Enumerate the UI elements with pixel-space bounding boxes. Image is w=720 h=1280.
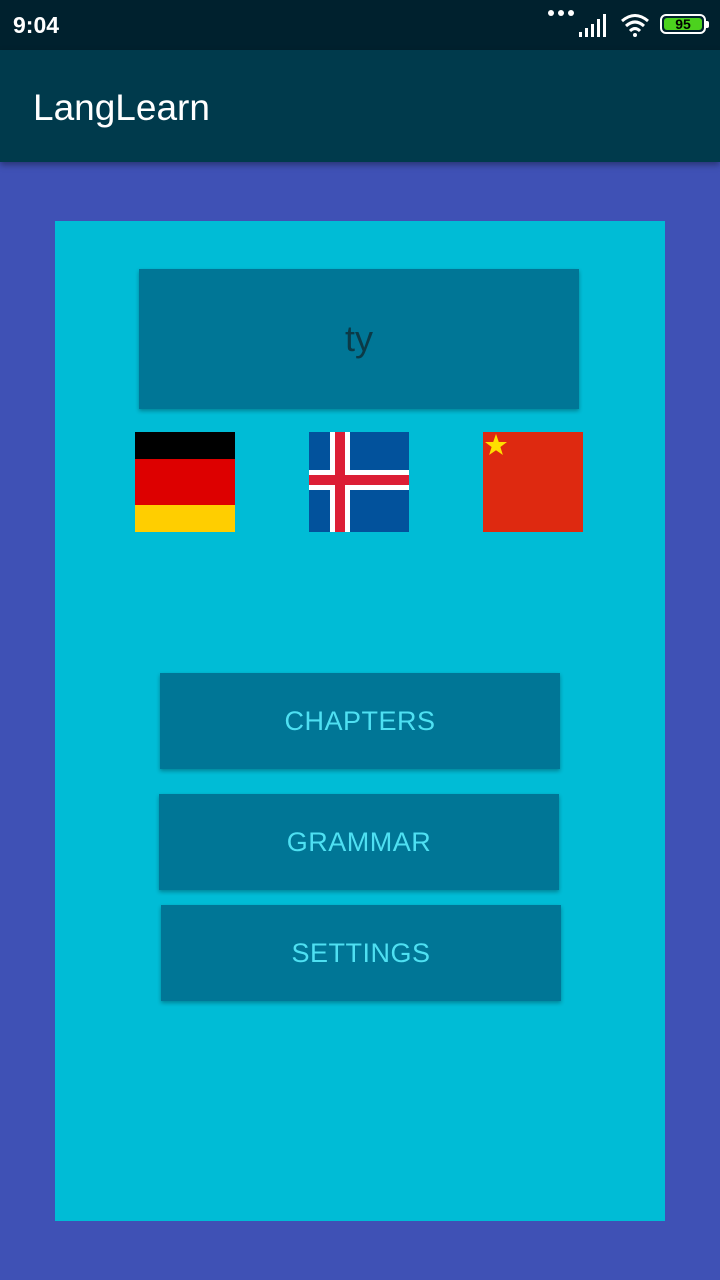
battery-level: 95 xyxy=(664,17,702,31)
signal-icon xyxy=(579,14,606,37)
grammar-button[interactable]: GRAMMAR xyxy=(159,794,559,890)
wifi-icon xyxy=(621,14,649,37)
word-display[interactable]: ty xyxy=(139,269,579,409)
main-card: ty CHAPTERS GRAMMAR SETTINGS xyxy=(55,221,665,1221)
battery-icon: 95 xyxy=(660,14,709,34)
app-title: LangLearn xyxy=(33,87,210,128)
more-dots-icon xyxy=(548,10,574,16)
iceland-flag-icon[interactable] xyxy=(309,432,409,532)
germany-flag-icon[interactable] xyxy=(135,432,235,532)
china-flag-icon[interactable] xyxy=(483,432,583,532)
chapters-button[interactable]: CHAPTERS xyxy=(160,673,560,769)
settings-button[interactable]: SETTINGS xyxy=(161,905,561,1001)
app-bar: LangLearn xyxy=(0,50,720,162)
status-bar: 9:04 95 xyxy=(0,0,720,50)
status-time: 9:04 xyxy=(13,12,60,38)
